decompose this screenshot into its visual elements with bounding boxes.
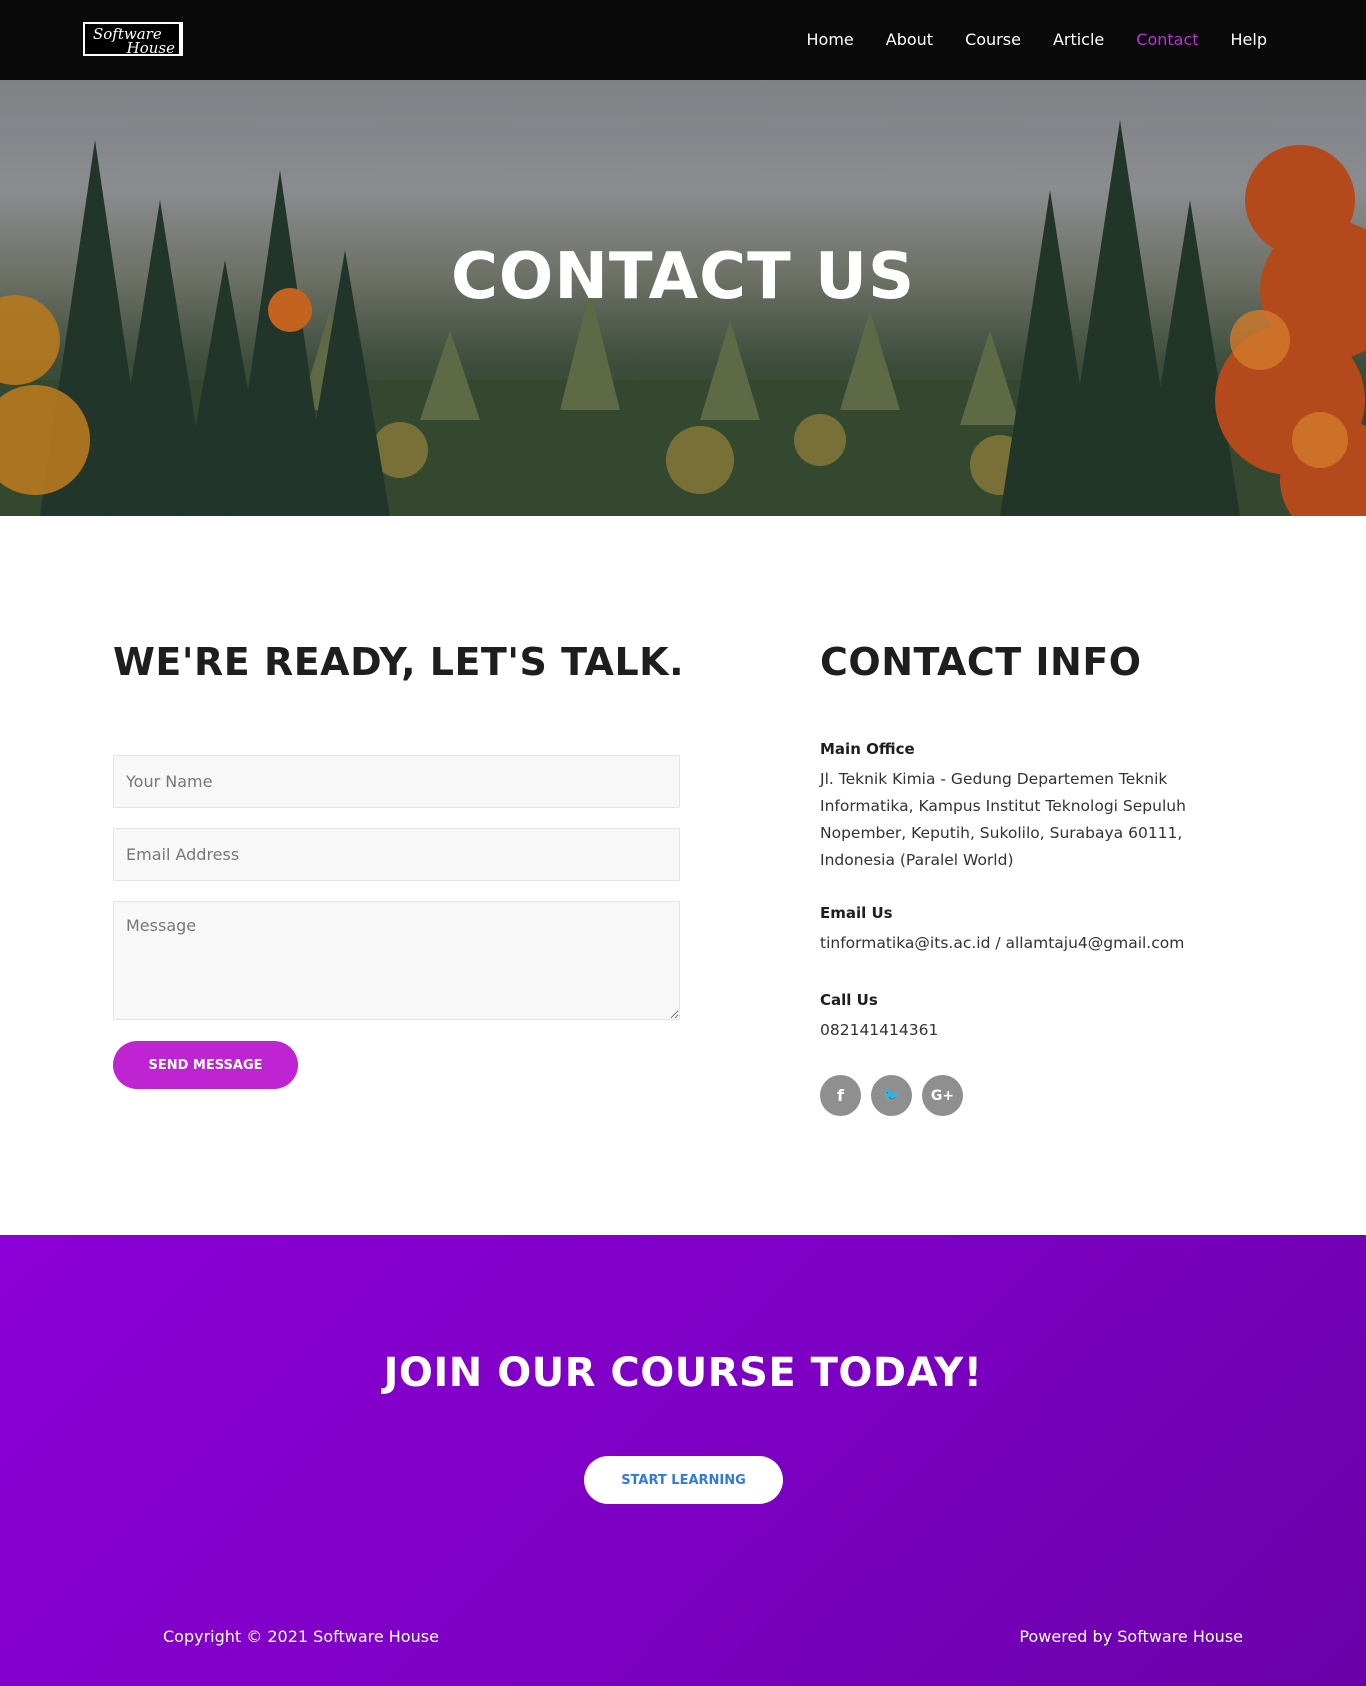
footer-powered-by: Powered by Software House [1019, 1627, 1243, 1646]
hero-banner: CONTACT US [0, 80, 1366, 516]
top-navbar: Software House Home About Course Article… [0, 0, 1366, 80]
nav-link-article[interactable]: Article [1053, 28, 1104, 52]
call-us-value: 082141414361 [820, 1021, 939, 1039]
nav-link-contact[interactable]: Contact [1136, 28, 1198, 52]
nav-link-course[interactable]: Course [965, 28, 1021, 52]
start-learning-button[interactable]: START LEARNING [584, 1456, 783, 1504]
cta-title: JOIN OUR COURSE TODAY! [383, 1350, 983, 1396]
nav-link-home[interactable]: Home [807, 28, 854, 52]
email-input[interactable] [113, 828, 680, 881]
call-us-label: Call Us [820, 991, 878, 1009]
facebook-icon[interactable]: f [820, 1075, 861, 1116]
form-heading: WE'RE READY, LET'S TALK. [113, 640, 685, 684]
contact-info-heading: CONTACT INFO [820, 640, 1142, 684]
email-us-label: Email Us [820, 904, 893, 922]
send-message-button[interactable]: SEND MESSAGE [113, 1041, 298, 1089]
main-office-label: Main Office [820, 740, 915, 758]
email-us-value: tinformatika@its.ac.id / allamtaju4@gmai… [820, 934, 1185, 952]
page-title: CONTACT US [450, 240, 916, 314]
main-office-address: Jl. Teknik Kimia - Gedung Departemen Tek… [820, 770, 1186, 869]
nav-link-about[interactable]: About [886, 28, 933, 52]
logo[interactable]: Software House [83, 22, 183, 57]
twitter-icon[interactable]: 🐦 [871, 1075, 912, 1116]
nav-link-help[interactable]: Help [1231, 28, 1267, 52]
logo-line2: House [126, 39, 175, 57]
footer-copyright: Copyright © 2021 Software House [163, 1627, 439, 1646]
google-plus-icon[interactable]: G+ [922, 1075, 963, 1116]
nav-links: Home About Course Article Contact Help [775, 28, 1267, 52]
name-input[interactable] [113, 755, 680, 808]
message-textarea[interactable] [113, 901, 680, 1020]
